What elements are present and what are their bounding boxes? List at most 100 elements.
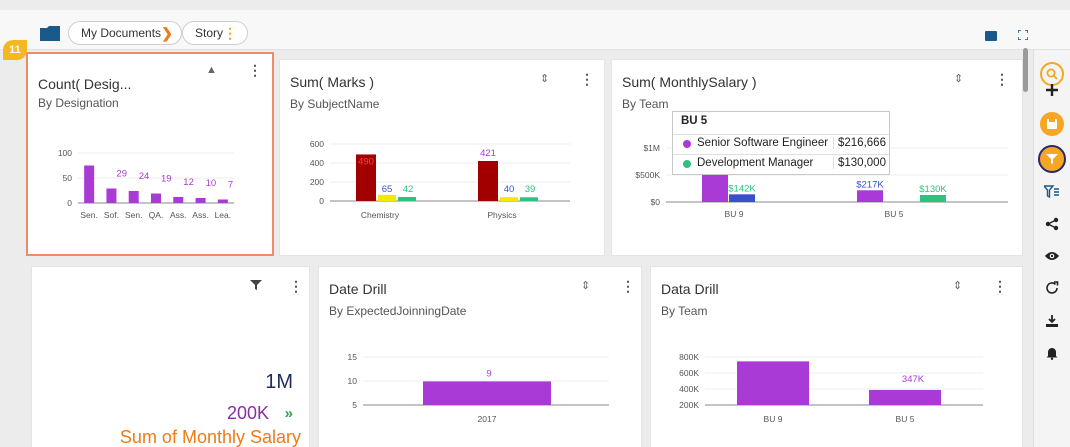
breadcrumb-story[interactable]: Story ⋮ bbox=[182, 21, 248, 45]
bar bbox=[151, 193, 161, 203]
legend-dot-icon bbox=[683, 160, 691, 168]
refresh-icon[interactable] bbox=[1042, 278, 1062, 298]
x-tick-label: Sof. bbox=[104, 210, 119, 220]
x-tick-label: Ass. bbox=[170, 210, 187, 220]
view-icon[interactable] bbox=[1042, 246, 1062, 266]
share-icon[interactable] bbox=[1042, 214, 1062, 234]
y-tick-label: 600 bbox=[310, 139, 324, 149]
bar bbox=[869, 389, 941, 405]
scrollbar-thumb[interactable] bbox=[1023, 48, 1028, 92]
y-tick-label: 200K bbox=[679, 400, 699, 410]
data-label: 10 bbox=[206, 178, 217, 189]
widget-subtitle: By Designation bbox=[38, 96, 119, 110]
bar bbox=[195, 198, 206, 203]
bar bbox=[478, 161, 498, 201]
data-label: 39 bbox=[525, 184, 536, 195]
filter-list-icon[interactable] bbox=[1042, 182, 1062, 202]
y-tick-label: 600K bbox=[679, 368, 699, 378]
trend-up-icon: » bbox=[284, 405, 293, 422]
y-tick-label: 10 bbox=[348, 376, 358, 386]
expand-icon[interactable] bbox=[1018, 30, 1028, 40]
more-vertical-icon[interactable]: ⋮ bbox=[993, 278, 1007, 295]
data-label: 421 bbox=[480, 148, 496, 159]
bar bbox=[378, 194, 396, 201]
widget-subtitle: By Team bbox=[622, 97, 669, 111]
data-label: 42 bbox=[403, 184, 414, 195]
y-tick-label: 100 bbox=[58, 148, 72, 158]
y-tick-label: 400K bbox=[679, 384, 699, 394]
comment-icon[interactable] bbox=[985, 31, 997, 41]
bar bbox=[857, 190, 883, 202]
widget-title: Sum( Marks ) bbox=[290, 74, 374, 90]
x-tick-label: BU 5 bbox=[885, 209, 904, 219]
more-vertical-icon[interactable]: ⋮ bbox=[621, 278, 635, 295]
widget-title: Data Drill bbox=[661, 281, 719, 297]
kpi-sub-value: 200K bbox=[226, 403, 269, 423]
bar bbox=[920, 194, 946, 202]
export-icon[interactable] bbox=[1042, 311, 1062, 331]
sort-icon[interactable]: ▲ bbox=[206, 64, 217, 76]
more-vertical-icon[interactable]: ⋮ bbox=[289, 278, 303, 295]
data-label: 7 bbox=[228, 180, 233, 191]
more-vertical-icon[interactable]: ⋮ bbox=[580, 71, 594, 88]
x-tick-label: 2017 bbox=[478, 414, 497, 424]
sort-icon[interactable]: ⇕ bbox=[581, 279, 590, 292]
widget-count-designation[interactable]: Count( Desig... By Designation ▲ ⋮ 100 50… bbox=[26, 52, 274, 256]
sort-icon[interactable]: ⇕ bbox=[953, 279, 962, 292]
save-icon[interactable] bbox=[1040, 112, 1064, 136]
chart-tooltip: BU 5 Senior Software Engineer $216,666 D… bbox=[672, 111, 890, 175]
bar bbox=[106, 188, 117, 203]
tooltip-header: BU 5 bbox=[681, 115, 708, 127]
dashboard-root: My Documents ❯ Story ⋮ Count(Desig... B… bbox=[0, 0, 1070, 447]
data-label: 29 bbox=[116, 169, 127, 180]
x-tick-label: Sen. bbox=[125, 210, 143, 220]
y-tick-label: 5 bbox=[352, 400, 357, 410]
tooltip-row: Senior Software Engineer $216,666 bbox=[673, 134, 889, 153]
kpi-label: Sum of Monthly Salary bbox=[119, 427, 301, 447]
widget-data-drill[interactable]: Data Drill By Team ⇕ ⋮ 800K 600K 400K 200K B… bbox=[650, 266, 1023, 447]
folder-icon[interactable] bbox=[40, 26, 60, 41]
data-label: $142K bbox=[728, 183, 756, 194]
filter-icon[interactable] bbox=[250, 279, 262, 291]
breadcrumb-label: Story bbox=[195, 26, 224, 40]
kpi-value: 1M bbox=[265, 371, 293, 393]
data-label: 24 bbox=[139, 171, 150, 182]
bar bbox=[737, 361, 809, 405]
x-tick-label: Physics bbox=[487, 210, 516, 220]
data-label: $217K bbox=[856, 179, 884, 190]
data-drill-bar-chart: 800K 600K 400K 200K BU 9 347K BU 5 bbox=[679, 352, 983, 424]
add-icon[interactable] bbox=[1042, 80, 1062, 100]
widget-sum-marks[interactable]: Sum( Marks ) By SubjectName ⇕ ⋮ 600 400 20… bbox=[279, 59, 605, 256]
y-tick-label: $500K bbox=[635, 170, 660, 180]
y-tick-label: 0 bbox=[67, 198, 72, 208]
more-vertical-icon[interactable]: ⋮ bbox=[995, 71, 1009, 88]
breadcrumb-my-documents[interactable]: My Documents ❯ bbox=[68, 21, 182, 45]
data-label: $130K bbox=[919, 184, 947, 195]
x-tick-label: Lea. bbox=[215, 210, 232, 220]
y-tick-label: 400 bbox=[310, 158, 324, 168]
x-tick-label: QA. bbox=[149, 210, 164, 220]
widget-kpi-salary[interactable]: ⋮ 1M 200K » Sum of Monthly Salary bbox=[31, 266, 310, 447]
chevron-right-icon: ❯ bbox=[161, 25, 173, 41]
tooltip-series-name: Development Manager bbox=[697, 157, 814, 169]
y-tick-label: 15 bbox=[348, 352, 358, 362]
tooltip-series-value: $130,000 bbox=[833, 157, 886, 169]
sort-icon[interactable]: ⇕ bbox=[954, 72, 963, 85]
more-vertical-icon[interactable]: ⋮ bbox=[223, 22, 237, 44]
y-tick-label: 200 bbox=[310, 177, 324, 187]
data-label: 19 bbox=[161, 174, 172, 185]
widget-date-drill[interactable]: Date Drill By ExpectedJoinningDate ⇕ ⋮ 1… bbox=[318, 266, 642, 447]
more-vertical-icon[interactable]: ⋮ bbox=[248, 62, 262, 79]
notification-icon[interactable] bbox=[1042, 343, 1062, 363]
right-sidebar bbox=[1033, 50, 1070, 447]
filter-icon[interactable] bbox=[1038, 145, 1066, 173]
breadcrumb-label: My Documents bbox=[81, 26, 162, 40]
sort-icon[interactable]: ⇕ bbox=[540, 72, 549, 85]
data-label: 12 bbox=[183, 177, 194, 188]
data-label: 490 bbox=[358, 156, 374, 167]
y-tick-label: $1M bbox=[643, 143, 660, 153]
bar bbox=[729, 194, 755, 202]
bar bbox=[398, 197, 416, 201]
bar bbox=[84, 165, 95, 203]
bar bbox=[702, 171, 728, 202]
